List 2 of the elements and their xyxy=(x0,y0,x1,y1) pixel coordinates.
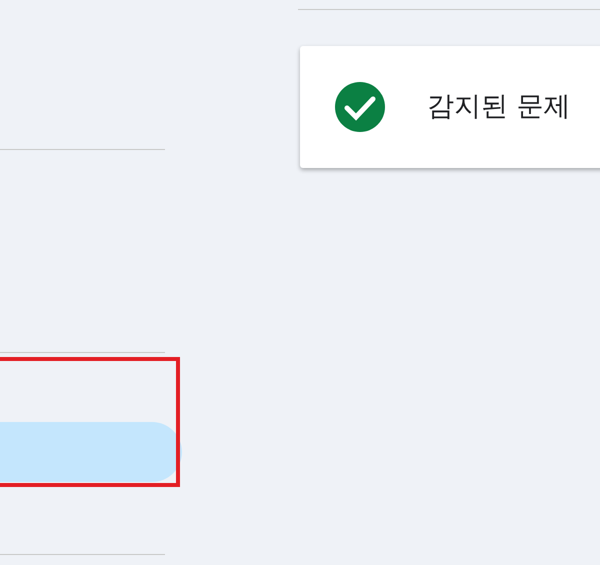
status-message: 감지된 문제 xyxy=(427,90,571,124)
selected-nav-item[interactable] xyxy=(0,422,182,482)
